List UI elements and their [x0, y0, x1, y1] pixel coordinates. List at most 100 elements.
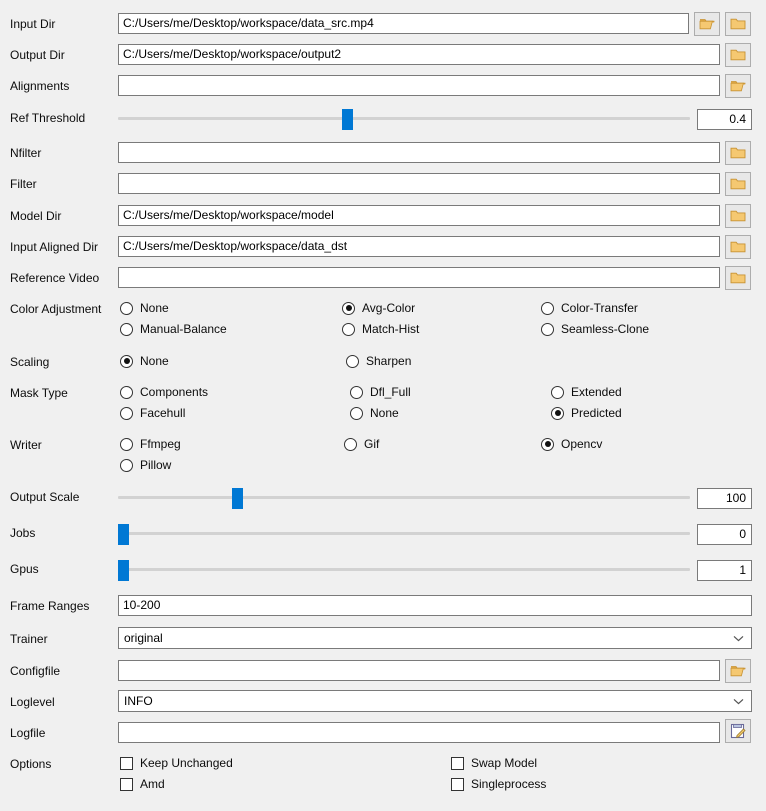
frame-ranges-input[interactable]: 10-200: [118, 595, 752, 616]
trainer-select[interactable]: original: [118, 627, 752, 649]
nfilter-browse-folder-button[interactable]: [725, 141, 751, 165]
radio-mark: [350, 406, 363, 420]
folder-closed-icon: [730, 17, 746, 31]
radio-writer-opencv[interactable]: Opencv: [541, 436, 602, 452]
output-scale-label: Output Scale: [10, 490, 80, 504]
radio-label: Sharpen: [366, 354, 412, 368]
radio-mark: [342, 301, 355, 315]
radio-scaling-none[interactable]: None: [120, 353, 169, 369]
input-aligned-dir-browse-folder-button[interactable]: [725, 235, 751, 259]
slider-handle[interactable]: [118, 524, 129, 545]
radio-label: Dfl_Full: [370, 385, 411, 399]
checkbox-singleprocess[interactable]: Singleprocess: [451, 776, 546, 792]
color-adjustment-label: Color Adjustment: [10, 302, 102, 316]
radio-label: Gif: [364, 437, 380, 451]
checkbox-swap-model[interactable]: Swap Model: [451, 755, 537, 771]
output-scale-value-input[interactable]: 100: [697, 488, 752, 509]
radio-label: None: [140, 301, 169, 315]
alignments-input[interactable]: [118, 75, 720, 96]
checkbox-label: Keep Unchanged: [140, 756, 233, 770]
filter-input[interactable]: [118, 173, 720, 194]
slider-track: [118, 117, 690, 120]
radio-label: Match-Hist: [362, 322, 420, 336]
input-dir-browse-folder-button[interactable]: [694, 12, 720, 36]
radio-mask-type-components[interactable]: Components: [120, 384, 208, 400]
model-dir-input[interactable]: C:/Users/me/Desktop/workspace/model: [118, 205, 720, 226]
configfile-browse-folder-button[interactable]: [725, 659, 751, 683]
filter-browse-folder-button[interactable]: [725, 172, 751, 196]
output-scale-slider[interactable]: [118, 487, 690, 509]
slider-handle[interactable]: [232, 488, 243, 509]
chevron-down-icon[interactable]: [731, 691, 745, 711]
folder-closed-icon: [730, 48, 746, 62]
radio-mark: [541, 301, 554, 315]
output-dir-input[interactable]: C:/Users/me/Desktop/workspace/output2: [118, 44, 720, 65]
checkbox-label: Swap Model: [471, 756, 538, 770]
checkbox-box: [451, 756, 464, 770]
radio-color-adjustment-color-transfer[interactable]: Color-Transfer: [541, 300, 638, 316]
radio-mark: [344, 437, 357, 451]
output-dir-browse-folder-button[interactable]: [725, 43, 751, 67]
checkbox-keep-unchanged[interactable]: Keep Unchanged: [120, 755, 233, 771]
checkbox-box: [120, 777, 133, 791]
chevron-down-icon[interactable]: [731, 628, 745, 648]
ref-threshold-value-input[interactable]: 0.4: [697, 109, 752, 130]
loglevel-select[interactable]: INFO: [118, 690, 752, 712]
radio-mark: [541, 437, 554, 451]
folder-closed-icon: [730, 271, 746, 285]
trainer-label: Trainer: [10, 632, 48, 646]
slider-track: [118, 568, 690, 571]
slider-handle[interactable]: [342, 109, 353, 130]
radio-mask-type-predicted[interactable]: Predicted: [551, 405, 622, 421]
radio-scaling-sharpen[interactable]: Sharpen: [346, 353, 411, 369]
radio-writer-ffmpeg[interactable]: Ffmpeg: [120, 436, 181, 452]
checkbox-box: [120, 756, 133, 770]
radio-color-adjustment-seamless-clone[interactable]: Seamless-Clone: [541, 321, 649, 337]
writer-label: Writer: [10, 438, 42, 452]
radio-color-adjustment-manual-balance[interactable]: Manual-Balance: [120, 321, 227, 337]
checkbox-amd[interactable]: Amd: [120, 776, 165, 792]
nfilter-input[interactable]: [118, 142, 720, 163]
folder-closed-icon: [730, 146, 746, 160]
gpus-slider[interactable]: [118, 559, 690, 581]
radio-mask-type-facehull[interactable]: Facehull: [120, 405, 185, 421]
slider-handle[interactable]: [118, 560, 129, 581]
input-dir-browse-file-button[interactable]: [725, 12, 751, 36]
reference-video-input[interactable]: [118, 267, 720, 288]
radio-label: Ffmpeg: [140, 437, 181, 451]
radio-mark: [551, 385, 564, 399]
radio-mark: [342, 322, 355, 336]
radio-label: Facehull: [140, 406, 186, 420]
ref-threshold-slider[interactable]: [118, 108, 690, 130]
radio-label: Avg-Color: [362, 301, 416, 315]
input-aligned-dir-label: Input Aligned Dir: [10, 240, 99, 254]
folder-open-icon: [699, 17, 715, 31]
configfile-input[interactable]: [118, 660, 720, 681]
radio-mask-type-extended[interactable]: Extended: [551, 384, 622, 400]
radio-color-adjustment-avg-color[interactable]: Avg-Color: [342, 300, 415, 316]
checkbox-label: Singleprocess: [471, 777, 547, 791]
faceswap-convert-settings-panel: Input Dir C:/Users/me/Desktop/workspace/…: [0, 0, 766, 811]
input-dir-input[interactable]: C:/Users/me/Desktop/workspace/data_src.m…: [118, 13, 689, 34]
radio-label: Predicted: [571, 406, 622, 420]
input-aligned-dir-input[interactable]: C:/Users/me/Desktop/workspace/data_dst: [118, 236, 720, 257]
logfile-input[interactable]: [118, 722, 720, 743]
options-label: Options: [10, 757, 52, 771]
radio-color-adjustment-none[interactable]: None: [120, 300, 169, 316]
jobs-slider[interactable]: [118, 523, 690, 545]
radio-mask-type-none[interactable]: None: [350, 405, 399, 421]
model-dir-browse-folder-button[interactable]: [725, 204, 751, 228]
reference-video-label: Reference Video: [10, 271, 100, 285]
radio-label: None: [140, 354, 169, 368]
radio-mask-type-dfl-full[interactable]: Dfl_Full: [350, 384, 411, 400]
logfile-save-as-button[interactable]: [725, 719, 751, 743]
alignments-browse-folder-button[interactable]: [725, 74, 751, 98]
gpus-value-input[interactable]: 1: [697, 560, 752, 581]
jobs-value-input[interactable]: 0: [697, 524, 752, 545]
radio-label: Extended: [571, 385, 622, 399]
radio-writer-pillow[interactable]: Pillow: [120, 457, 171, 473]
radio-mark: [120, 354, 133, 368]
radio-writer-gif[interactable]: Gif: [344, 436, 379, 452]
reference-video-browse-folder-button[interactable]: [725, 266, 751, 290]
radio-color-adjustment-match-hist[interactable]: Match-Hist: [342, 321, 419, 337]
